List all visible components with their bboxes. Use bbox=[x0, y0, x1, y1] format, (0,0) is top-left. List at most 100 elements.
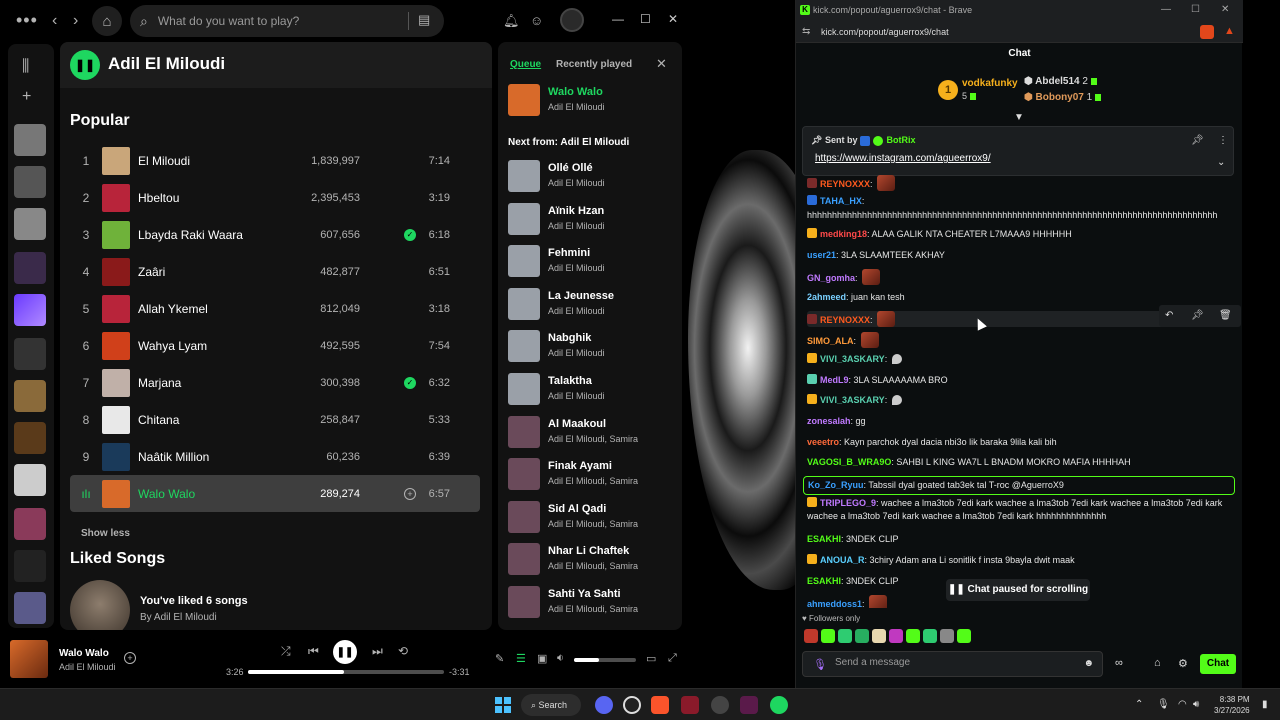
avatar[interactable] bbox=[560, 8, 584, 32]
track-title[interactable]: Hbeltou bbox=[138, 191, 179, 205]
add-icon[interactable]: + bbox=[22, 88, 31, 106]
app-icon[interactable] bbox=[681, 696, 699, 714]
app-icon[interactable] bbox=[711, 696, 729, 714]
track-row[interactable]: 6 Wahya Lyam 492,595 7:54 bbox=[70, 327, 480, 364]
tab-queue[interactable]: Queue bbox=[510, 59, 541, 70]
library-item[interactable] bbox=[14, 592, 46, 624]
browse-icon[interactable]: ▤ bbox=[418, 12, 430, 28]
minimize-icon[interactable]: — bbox=[1161, 4, 1171, 15]
leaderboard-name[interactable]: vodkafunky bbox=[962, 78, 1018, 89]
filter-icon[interactable]: ▼ bbox=[1014, 112, 1024, 123]
queue-item[interactable]: Nabghik Adil El Miloudi bbox=[508, 330, 678, 364]
chat-username[interactable]: TRIPLEGO_9 bbox=[820, 498, 876, 508]
chat-message[interactable]: GN_gomha: bbox=[807, 269, 1232, 285]
track-title[interactable]: Zaâri bbox=[138, 265, 165, 279]
microphone-icon[interactable]: 🎙︎ bbox=[813, 658, 827, 671]
chevron-down-icon[interactable]: ⌄ bbox=[1217, 157, 1225, 168]
close-icon[interactable]: ✕ bbox=[656, 56, 667, 72]
track-title[interactable]: Naâtik Million bbox=[138, 450, 209, 464]
volume-icon[interactable]: 🔊︎ bbox=[1193, 699, 1199, 710]
volume-slider[interactable] bbox=[574, 658, 636, 662]
emote-icon[interactable] bbox=[957, 629, 971, 643]
queue-item[interactable]: Finak Ayami Adil El Miloudi, Samira bbox=[508, 458, 678, 492]
library-item[interactable] bbox=[14, 338, 46, 370]
chat-message[interactable]: MedL9: 3LA SLAAAAAMA BRO bbox=[807, 374, 1232, 387]
track-title[interactable]: Allah Ykemel bbox=[138, 302, 208, 316]
menu-dots-icon[interactable]: ••• bbox=[16, 10, 38, 31]
track-row[interactable]: 8 Chitana 258,847 5:33 bbox=[70, 401, 480, 438]
brave-shield-icon[interactable] bbox=[1200, 25, 1214, 39]
store-icon[interactable]: ⌂ bbox=[1154, 657, 1161, 669]
pin-icon[interactable]: 📌︎ bbox=[1191, 310, 1204, 321]
chat-message[interactable]: VAGOSI_B_WRA9O: SAHBI L KING WA7L L BNAD… bbox=[807, 456, 1232, 469]
wifi-icon[interactable]: ◠ bbox=[1178, 699, 1187, 710]
delete-icon[interactable]: 🗑︎ bbox=[1219, 310, 1232, 321]
queue-item[interactable]: Sahti Ya Sahti Adil El Miloudi, Samira bbox=[508, 586, 678, 620]
notifications-icon[interactable]: ▮ bbox=[1262, 699, 1268, 710]
repeat-icon[interactable]: ⟲ bbox=[398, 644, 408, 658]
library-item[interactable] bbox=[14, 208, 46, 240]
chat-message[interactable]: SIMO_ALA: bbox=[807, 332, 1232, 348]
library-item[interactable] bbox=[14, 550, 46, 582]
leaderboard-name[interactable]: ⬢ Abdel514 2 bbox=[1024, 76, 1097, 87]
liked-check-icon[interactable]: ✓ bbox=[404, 228, 416, 241]
chat-username[interactable]: VIVI_3ASKARY bbox=[820, 354, 885, 364]
back-arrow-icon[interactable]: ‹ bbox=[52, 12, 57, 30]
track-row[interactable]: 9 Naâtik Million 60,236 6:39 bbox=[70, 438, 480, 475]
leaderboard-name[interactable]: ⬢ Bobony07 1 bbox=[1024, 92, 1102, 103]
pinned-link[interactable]: https://www.instagram.com/agueerrox9/ bbox=[815, 153, 991, 164]
chat-message[interactable]: hhhhhhhhhhhhhhhhhhhhhhhhhhhhhhhhhhhhhhhh… bbox=[807, 209, 1232, 222]
emoji-icon[interactable]: ☻ bbox=[1083, 658, 1094, 669]
track-title[interactable]: El Miloudi bbox=[138, 154, 190, 168]
album-art[interactable] bbox=[10, 640, 48, 678]
chat-message[interactable]: REYNOXXX: bbox=[807, 175, 1232, 191]
chat-username[interactable]: ESAKHI bbox=[807, 534, 841, 544]
chat-message[interactable]: zonesalah: gg bbox=[807, 415, 1232, 428]
queue-item[interactable]: Nhar Li Chaftek Adil El Miloudi, Samira bbox=[508, 543, 678, 577]
home-button[interactable]: ⌂ bbox=[92, 6, 122, 36]
emote-icon[interactable] bbox=[855, 629, 869, 643]
miniplayer-icon[interactable]: ▭ bbox=[646, 652, 656, 665]
queue-item[interactable]: Aïnik Hzan Adil El Miloudi bbox=[508, 202, 678, 237]
minimize-icon[interactable]: — bbox=[612, 12, 624, 26]
now-playing-title[interactable]: Walo Walo bbox=[59, 648, 109, 659]
url-text[interactable]: kick.com/popout/aguerrox9/chat bbox=[821, 27, 949, 37]
maximize-icon[interactable]: ☐ bbox=[640, 12, 651, 26]
bell-icon[interactable]: 🔔︎ bbox=[503, 13, 520, 29]
track-row[interactable]: ılı Walo Walo 289,274 +6:57 bbox=[70, 475, 480, 512]
track-title[interactable]: Lbayda Raki Waara bbox=[138, 228, 243, 242]
chat-username[interactable]: medking18 bbox=[820, 229, 867, 239]
track-row[interactable]: 3 Lbayda Raki Waara 607,656 ✓ 6:18 bbox=[70, 216, 480, 253]
brave-rewards-icon[interactable]: ▲ bbox=[1224, 25, 1235, 37]
queue-item[interactable]: Talaktha Adil El Miloudi bbox=[508, 373, 678, 407]
emote-icon[interactable] bbox=[872, 629, 886, 643]
chat-username[interactable]: GN_gomha bbox=[807, 273, 855, 283]
chat-messages[interactable]: REYNOXXX: TAHA_HX: hhhhhhhhhhhhhhhhhhhhh… bbox=[796, 175, 1243, 608]
track-row[interactable]: 7 Marjana 300,398 ✓ 6:32 bbox=[70, 364, 480, 401]
chat-message[interactable]: TAHA_HX: bbox=[807, 195, 1232, 208]
chat-username[interactable]: MedL9 bbox=[820, 375, 849, 385]
chat-username[interactable]: REYNOXXX bbox=[820, 179, 870, 189]
emote-icon[interactable] bbox=[906, 629, 920, 643]
library-item[interactable] bbox=[14, 380, 46, 412]
next-icon[interactable]: ⏭︎ bbox=[372, 644, 383, 659]
queue-item[interactable]: La Jeunesse Adil El Miloudi bbox=[508, 287, 678, 322]
track-title[interactable]: Wahya Lyam bbox=[138, 339, 207, 353]
queue-item[interactable]: Ollé Ollé Adil El Miloudi bbox=[508, 160, 678, 194]
queue-now-playing[interactable]: Walo Walo Adil El Miloudi bbox=[508, 84, 678, 118]
library-item[interactable] bbox=[14, 464, 46, 496]
chat-username[interactable]: ANOUA_R bbox=[820, 555, 865, 565]
chat-message[interactable]: TRIPLEGO_9: wachee a lma3tob 7edi kark w… bbox=[807, 497, 1232, 523]
library-item[interactable] bbox=[14, 422, 46, 454]
chat-message[interactable]: veeetro: Kayn parchok dyal dacia nbi3o l… bbox=[807, 436, 1232, 449]
track-title[interactable]: Walo Walo bbox=[138, 487, 195, 501]
add-to-library-icon[interactable]: + bbox=[124, 652, 136, 664]
send-message-input[interactable] bbox=[835, 657, 1075, 668]
address-bar[interactable]: ⇆ kick.com/popout/aguerrox9/chat ▲ bbox=[796, 21, 1243, 43]
reply-icon[interactable]: ↶ bbox=[1165, 310, 1173, 321]
chat-message[interactable]: Ko_Zo_Ryuu: Tabssil dyal goated tab3ek t… bbox=[803, 476, 1235, 495]
progress-bar[interactable] bbox=[248, 670, 444, 674]
queue-item[interactable]: Al Maakoul Adil El Miloudi, Samira bbox=[508, 415, 678, 450]
site-settings-icon[interactable]: ⇆ bbox=[802, 26, 810, 37]
send-chat-button[interactable]: Chat bbox=[1200, 654, 1236, 674]
